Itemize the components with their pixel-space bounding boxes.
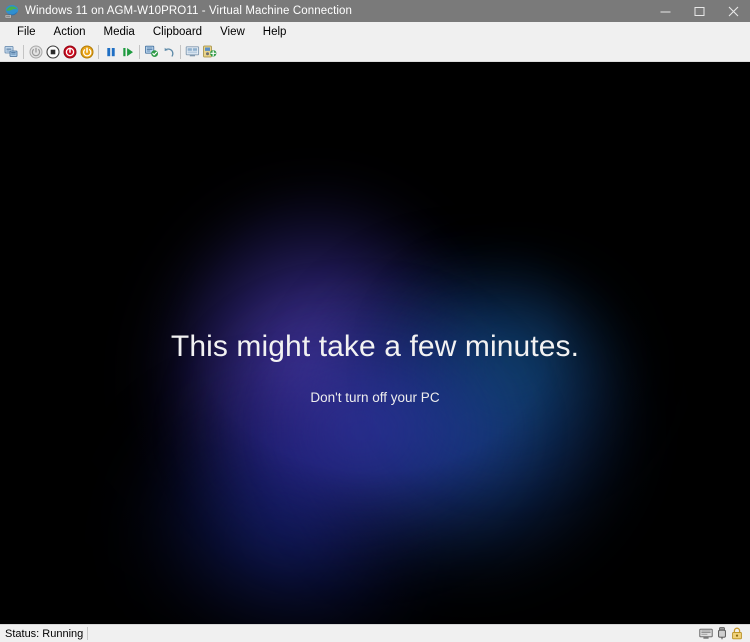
titlebar[interactable]: Windows 11 on AGM-W10PRO11 - Virtual Mac…: [0, 0, 750, 22]
background-vignette: [0, 62, 750, 624]
toolbar-separator: [23, 44, 24, 59]
turn-off-icon[interactable]: [44, 43, 61, 61]
background-glow-purple: [150, 192, 480, 562]
minimize-button[interactable]: [648, 0, 682, 22]
background-glow-teal: [400, 267, 630, 467]
menu-item-view[interactable]: View: [211, 24, 254, 40]
toolbar-separator: [139, 44, 140, 59]
vm-display-area[interactable]: This might take a few minutes. Don't tur…: [0, 62, 750, 624]
window-title: Windows 11 on AGM-W10PRO11 - Virtual Mac…: [25, 5, 353, 17]
toolbar-separator: [98, 44, 99, 59]
menubar: File Action Media Clipboard View Help: [0, 22, 750, 42]
pause-icon[interactable]: [102, 43, 119, 61]
background-glow-blue: [300, 262, 640, 592]
revert-icon[interactable]: [160, 43, 177, 61]
checkpoint-icon[interactable]: [143, 43, 160, 61]
maximize-button[interactable]: [682, 0, 716, 22]
menu-item-action[interactable]: Action: [45, 24, 95, 40]
display-icon[interactable]: [699, 628, 713, 640]
usb-icon[interactable]: [717, 627, 727, 640]
background-glow-indigo: [120, 392, 440, 624]
enhanced-session-icon[interactable]: [184, 43, 201, 61]
statusbar: Status: Running: [0, 624, 750, 642]
lock-icon[interactable]: [731, 627, 743, 640]
toolbar-separator: [180, 44, 181, 59]
shut-down-icon[interactable]: [61, 43, 78, 61]
background-glow-violet: [210, 317, 510, 547]
save-icon[interactable]: [78, 43, 95, 61]
window-controls: [648, 0, 750, 22]
close-button[interactable]: [716, 0, 750, 22]
vm-connection-icon: [4, 3, 20, 19]
menu-item-media[interactable]: Media: [95, 24, 144, 40]
vm-subtext: Don't turn off your PC: [310, 390, 440, 405]
ctrl-alt-delete-icon[interactable]: [3, 43, 20, 61]
virtual-machine-connection-window: Windows 11 on AGM-W10PRO11 - Virtual Mac…: [0, 0, 750, 642]
settings-icon[interactable]: [201, 43, 218, 61]
vm-message-block: This might take a few minutes. Don't tur…: [0, 330, 750, 405]
menu-item-help[interactable]: Help: [254, 24, 296, 40]
vm-headline: This might take a few minutes.: [170, 330, 580, 363]
toolbar: [0, 42, 750, 62]
menu-item-clipboard[interactable]: Clipboard: [144, 24, 211, 40]
status-icon-group: [699, 627, 750, 640]
menu-item-file[interactable]: File: [8, 24, 45, 40]
start-icon[interactable]: [27, 43, 44, 61]
reset-icon[interactable]: [119, 43, 136, 61]
status-divider: [87, 627, 89, 640]
status-text: Status: Running: [5, 627, 84, 640]
